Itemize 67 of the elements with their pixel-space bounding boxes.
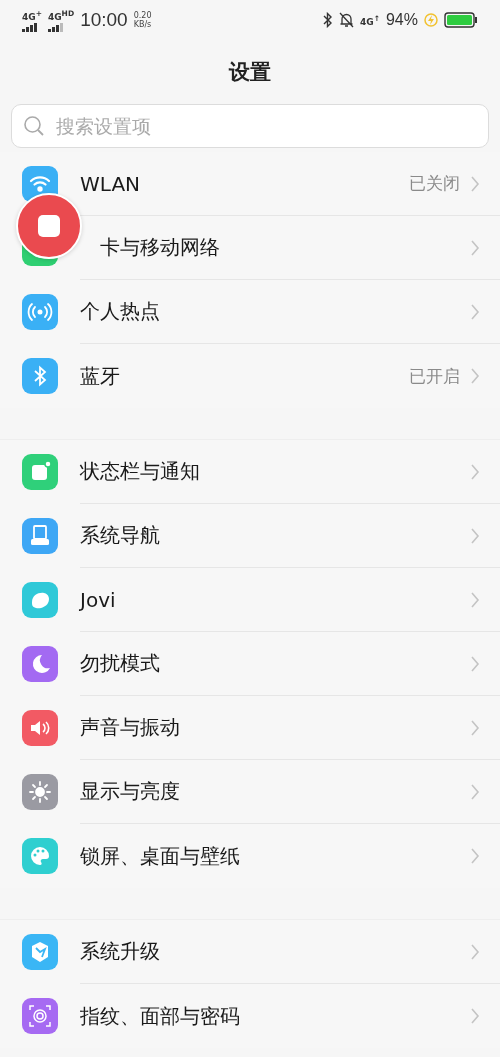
item-label: WLAN bbox=[80, 171, 141, 196]
chevron-icon bbox=[470, 718, 480, 737]
hotspot-icon bbox=[22, 294, 58, 330]
palette-icon bbox=[22, 838, 58, 874]
chevron-icon bbox=[470, 847, 480, 865]
battery-icon bbox=[444, 12, 478, 28]
chevron-icon bbox=[470, 942, 480, 961]
chevron-icon bbox=[470, 1007, 480, 1025]
item-label: 声音与振动 bbox=[80, 714, 180, 741]
settings-item[interactable]: 个人热点 bbox=[0, 280, 500, 344]
clock: 10:00 bbox=[80, 9, 128, 31]
network-label: 4G$^{HD}$ bbox=[47, 8, 75, 22]
phone-icon bbox=[22, 518, 58, 554]
notification-icon bbox=[22, 454, 58, 490]
settings-item[interactable]: 蓝牙 已开启 bbox=[0, 344, 500, 408]
item-label: 个人热点 bbox=[80, 298, 160, 325]
battery-percent: 94% bbox=[385, 11, 418, 29]
chevron-icon bbox=[470, 782, 480, 801]
chevron-icon bbox=[470, 174, 480, 193]
settings-item[interactable]: 指纹、面部与密码 bbox=[0, 984, 500, 1048]
settings-item[interactable]: 状态栏与通知 bbox=[0, 440, 500, 504]
item-label: 系统导航 bbox=[80, 522, 160, 549]
item-status: 已关闭 bbox=[409, 172, 460, 195]
settings-item[interactable]: Jovi bbox=[0, 568, 500, 632]
moon-icon bbox=[22, 646, 58, 682]
settings-item[interactable]: 系统导航 bbox=[0, 504, 500, 568]
item-label: 锁屏、桌面与壁纸 bbox=[80, 842, 240, 870]
item-status: 已开启 bbox=[409, 364, 460, 388]
blob-icon bbox=[22, 582, 58, 618]
chevron-icon bbox=[470, 238, 480, 257]
item-label: 显示与亮度 bbox=[80, 778, 180, 805]
signal-icon bbox=[22, 22, 38, 32]
stop-icon bbox=[38, 215, 60, 237]
signal-icon bbox=[47, 22, 64, 32]
chevron-icon bbox=[470, 654, 480, 673]
cube-icon bbox=[22, 934, 58, 970]
speed-value: 0.20 bbox=[133, 11, 152, 20]
fingerprint-icon bbox=[22, 998, 58, 1034]
item-label: 勿扰模式 bbox=[80, 650, 160, 677]
settings-item[interactable]: 勿扰模式 bbox=[0, 632, 500, 696]
chevron-icon bbox=[470, 462, 480, 481]
charging-icon bbox=[424, 13, 438, 27]
item-label: 蓝牙 bbox=[80, 362, 120, 390]
network-label: 4G$^{+}$ bbox=[22, 8, 42, 22]
bell-off-icon bbox=[339, 12, 354, 28]
settings-item[interactable]: 系统升级 bbox=[0, 920, 500, 984]
item-label: 系统升级 bbox=[80, 938, 160, 965]
network-label: 4G$^{↑}$ bbox=[360, 13, 380, 27]
chevron-icon bbox=[470, 302, 480, 321]
page-title: 设置 bbox=[227, 59, 272, 86]
chevron-icon bbox=[470, 590, 480, 609]
item-label: 卡与移动网络 bbox=[100, 234, 220, 261]
bluetooth-icon bbox=[22, 358, 58, 394]
item-label: 指纹、面部与密码 bbox=[80, 1002, 240, 1030]
chevron-icon bbox=[470, 526, 480, 545]
speaker-icon bbox=[22, 710, 58, 746]
search-field[interactable]: 搜索设置项 bbox=[11, 104, 489, 148]
settings-item[interactable]: 显示与亮度 bbox=[0, 760, 500, 824]
item-label: 状态栏与通知 bbox=[80, 458, 200, 485]
item-label: Jovi bbox=[80, 587, 116, 612]
sun-icon bbox=[22, 774, 58, 810]
search-icon bbox=[23, 115, 45, 137]
speed-unit: KB/s bbox=[133, 20, 152, 29]
settings-item[interactable]: 锁屏、桌面与壁纸 bbox=[0, 824, 500, 888]
bluetooth-icon bbox=[323, 12, 333, 28]
settings-item[interactable]: 声音与振动 bbox=[0, 696, 500, 760]
chevron-icon bbox=[470, 367, 480, 385]
